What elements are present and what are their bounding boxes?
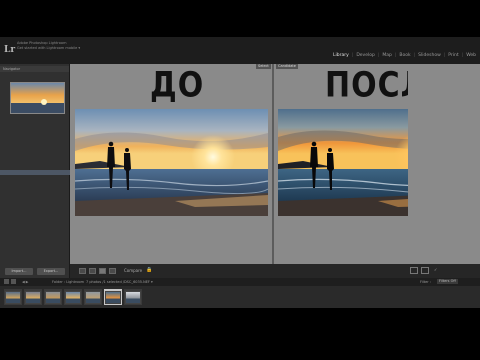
before-photo-image [75,109,268,216]
before-photo[interactable] [75,109,268,216]
swap-icon[interactable] [410,267,418,274]
module-separator: | [443,53,446,58]
lightroom-logo: Lr [4,45,16,55]
monitor-2-icon[interactable] [11,279,16,284]
identity-text: Adobe Photoshop Lightroom Get started wi… [17,41,80,51]
navigator-header[interactable]: Navigator [0,66,69,72]
monitor-1-icon[interactable] [4,279,9,284]
module-library[interactable]: Library [333,53,349,58]
identity-plate: Lr Adobe Photoshop Lightroom Get started… [0,37,480,64]
module-separator: | [413,53,416,58]
filmstrip-thumbnail[interactable] [104,289,122,305]
filmstrip-bar: ◀ ▶ Folder : Lightroom 7 photos /1 selec… [0,278,480,286]
compare-divider [272,64,274,264]
thumbnail-image [65,290,81,304]
filmstrip-thumbnail[interactable] [4,289,22,305]
back-icon[interactable]: ◀ ▶ [22,280,29,284]
module-print[interactable]: Print [448,53,458,58]
export-button[interactable]: Export... [37,268,65,275]
identity-line-2[interactable]: Get started with Lightroom mobile ▾ [17,46,80,51]
navigator-preview-image [11,83,64,113]
module-picker: Library | Develop | Map | Book | Slideshow | … [333,53,476,58]
thumbnail-image [45,290,61,304]
compare-label: Compare [124,268,143,273]
filmstrip [0,286,480,308]
filmstrip-thumbnails [4,289,142,305]
compare-view: Select Candidate ДО ПОСЛЕ [70,64,471,264]
filmstrip-thumbnail[interactable] [64,289,82,305]
module-book[interactable]: Book [399,53,410,58]
survey-view-icon[interactable] [109,268,116,274]
module-slideshow[interactable]: Slideshow [418,53,441,58]
thumbnail-image [105,290,121,304]
photo-count-label[interactable]: 7 photos /1 selected /DSC_6035.NEF ▾ [86,280,153,284]
right-panel-collapsed [408,64,480,264]
thumbnail-image [85,290,101,304]
filmstrip-thumbnail[interactable] [84,289,102,305]
thumbnail-image [25,290,41,304]
module-web[interactable]: Web [466,53,476,58]
module-develop[interactable]: Develop [356,53,375,58]
navigator-preview[interactable] [10,82,65,114]
filmstrip-thumbnail[interactable] [124,289,142,305]
select-label: Select [256,64,271,69]
lock-icon[interactable]: 🔒 [146,267,152,273]
done-button[interactable]: ✓ [434,267,437,272]
import-export-buttons: Import... Export... [5,268,65,275]
module-separator: | [377,53,380,58]
filmstrip-thumbnail[interactable] [44,289,62,305]
source-label[interactable]: Folder : Lightroom [52,280,84,284]
candidate-label: Candidate [276,64,298,69]
filmstrip-thumbnail[interactable] [24,289,42,305]
thumbnail-image [125,290,141,304]
grid-view-icon[interactable] [79,268,86,274]
module-map[interactable]: Map [382,53,392,58]
compare-view-icon[interactable] [99,268,106,274]
library-toolbar: Compare 🔒 ✓ [70,264,480,278]
import-button[interactable]: Import... [5,268,33,275]
loupe-view-icon[interactable] [89,268,96,274]
before-title: ДО [150,65,205,106]
module-separator: | [351,53,354,58]
folder-tree [0,130,70,270]
make-select-icon[interactable] [421,267,429,274]
filter-label: Filter : [420,280,431,284]
module-separator: | [461,53,464,58]
filter-dropdown[interactable]: Filters Off [437,279,458,284]
thumbnail-image [5,290,21,304]
module-separator: | [394,53,397,58]
